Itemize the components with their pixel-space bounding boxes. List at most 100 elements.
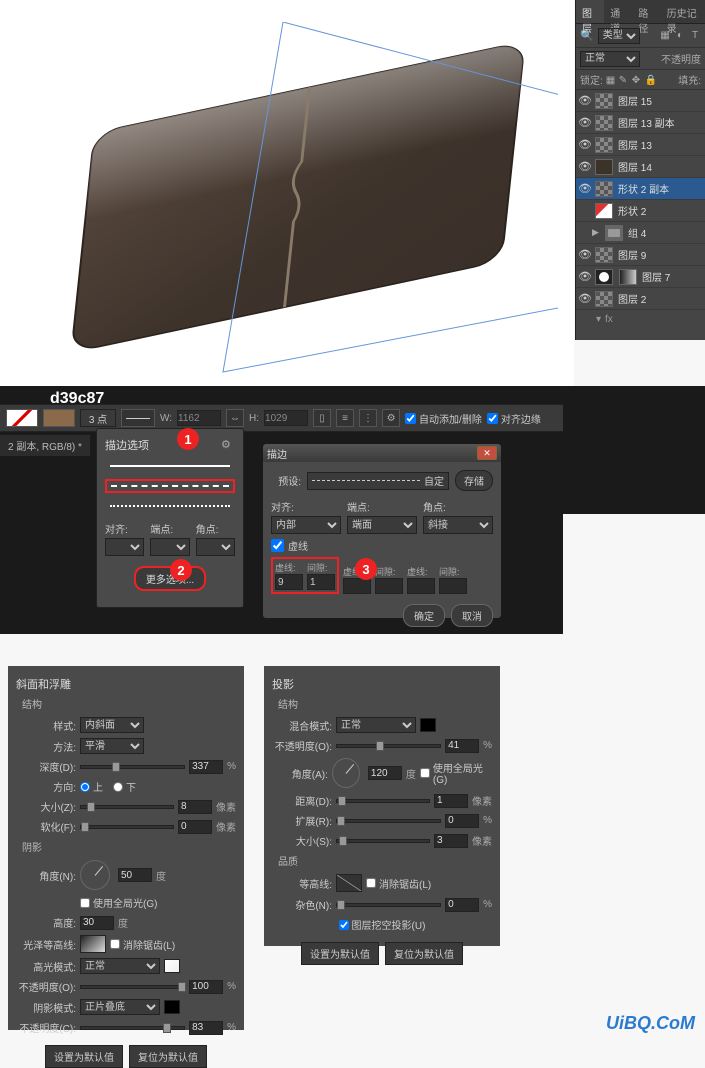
- depth-input[interactable]: [189, 760, 223, 774]
- angle-input[interactable]: [118, 868, 152, 882]
- visibility-toggle-icon[interactable]: 👁: [578, 116, 592, 129]
- reset-default-button[interactable]: 复位为默认值: [129, 1045, 207, 1068]
- chevron-right-icon[interactable]: ▶: [592, 227, 602, 238]
- layer-thumbnail[interactable]: [595, 159, 613, 175]
- opacity-input[interactable]: [445, 739, 479, 753]
- layer-kind-select[interactable]: 类型: [598, 28, 640, 44]
- visibility-toggle-icon[interactable]: 👁: [578, 226, 592, 239]
- use-global-light-check[interactable]: 使用全局光(G): [80, 895, 157, 910]
- layer-item[interactable]: 👁▶组 4: [576, 222, 705, 244]
- lock-position-icon[interactable]: ✥: [632, 75, 642, 85]
- stroke-corners-select[interactable]: 斜接: [423, 516, 493, 534]
- size-input[interactable]: [178, 800, 212, 814]
- highlight-color-swatch[interactable]: [164, 959, 180, 973]
- distance-input[interactable]: [434, 794, 468, 808]
- layer-item[interactable]: 👁图层 13: [576, 134, 705, 156]
- layer-item[interactable]: 👁图层 14: [576, 156, 705, 178]
- noise-input[interactable]: [445, 898, 479, 912]
- shadow-color-swatch[interactable]: [420, 718, 436, 732]
- layer-thumbnail[interactable]: [595, 137, 613, 153]
- distance-slider[interactable]: [336, 799, 430, 803]
- path-arrange-icon[interactable]: ≡: [336, 409, 354, 427]
- layer-name[interactable]: 图层 2: [618, 291, 646, 306]
- stroke-preset-dotted[interactable]: [105, 499, 235, 513]
- layer-name[interactable]: 形状 2: [618, 203, 646, 218]
- shadow-blend-select[interactable]: 正常: [336, 717, 416, 733]
- visibility-toggle-icon[interactable]: 👁: [578, 94, 592, 107]
- filter-adjust-icon[interactable]: ◐: [674, 30, 686, 42]
- angle-dial[interactable]: [80, 860, 110, 890]
- set-default-button[interactable]: 设置为默认值: [45, 1045, 123, 1068]
- size-slider[interactable]: [80, 805, 174, 809]
- dialog-titlebar[interactable]: 描边 ✕: [263, 444, 501, 462]
- visibility-toggle-icon[interactable]: 👁: [578, 270, 592, 283]
- shadow-opacity-input[interactable]: [189, 1021, 223, 1035]
- depth-slider[interactable]: [80, 765, 185, 769]
- dash2-input[interactable]: [343, 578, 371, 594]
- layer-item[interactable]: 👁图层 2: [576, 288, 705, 310]
- layer-item[interactable]: 👁图层 9: [576, 244, 705, 266]
- bevel-technique-select[interactable]: 平滑: [80, 738, 144, 754]
- stroke-align-select[interactable]: 内部: [271, 516, 341, 534]
- stroke-align-select[interactable]: [105, 538, 144, 556]
- noise-slider[interactable]: [336, 903, 441, 907]
- gear-icon[interactable]: ⚙: [382, 409, 400, 427]
- layer-thumbnail[interactable]: [595, 269, 613, 285]
- gap2-input[interactable]: [375, 578, 403, 594]
- bevel-style-select[interactable]: 内斜面: [80, 717, 144, 733]
- path-align-icon[interactable]: ▯: [313, 409, 331, 427]
- fill-swatch[interactable]: [6, 409, 38, 427]
- angle-input[interactable]: [368, 766, 402, 780]
- highlight-opacity-slider[interactable]: [80, 985, 185, 989]
- layer-item[interactable]: 👁图层 7: [576, 266, 705, 288]
- stroke-width-input[interactable]: [80, 409, 116, 427]
- antialias-check[interactable]: 消除锯齿(L): [110, 937, 175, 952]
- layer-name[interactable]: 图层 9: [618, 247, 646, 262]
- lock-pixels-icon[interactable]: ✎: [619, 75, 629, 85]
- blend-mode-select[interactable]: 正常: [580, 51, 640, 67]
- visibility-toggle-icon[interactable]: 👁: [578, 182, 592, 195]
- shadow-color-swatch[interactable]: [164, 1000, 180, 1014]
- size-slider[interactable]: [336, 839, 430, 843]
- lock-all-icon[interactable]: 🔒: [645, 75, 655, 85]
- preset-select[interactable]: 自定: [307, 472, 449, 490]
- close-icon[interactable]: ✕: [477, 446, 497, 460]
- layer-thumbnail[interactable]: [595, 203, 613, 219]
- soften-input[interactable]: [178, 820, 212, 834]
- gap3-input[interactable]: [439, 578, 467, 594]
- layer-item[interactable]: 👁图层 13 副本: [576, 112, 705, 134]
- ok-button[interactable]: 确定: [403, 604, 445, 627]
- shadow-opacity-slider[interactable]: [80, 1026, 185, 1030]
- knockout-check[interactable]: 图层挖空投影(U): [339, 917, 426, 932]
- stroke-swatch[interactable]: [43, 409, 75, 427]
- layer-item[interactable]: 👁 图层 15: [576, 90, 705, 112]
- document-tab[interactable]: 2 副本, RGB/8) *: [0, 434, 90, 456]
- antialias-check[interactable]: 消除锯齿(L): [366, 876, 431, 891]
- visibility-toggle-icon[interactable]: 👁: [578, 160, 592, 173]
- dir-down-radio[interactable]: 下: [113, 779, 136, 794]
- layer-name[interactable]: 形状 2 副本: [618, 181, 669, 196]
- layer-item[interactable]: 👁 形状 2 副本: [576, 178, 705, 200]
- highlight-opacity-input[interactable]: [189, 980, 223, 994]
- set-default-button[interactable]: 设置为默认值: [301, 942, 379, 965]
- layer-name[interactable]: 图层 13: [618, 137, 652, 152]
- layer-thumbnail[interactable]: [605, 225, 623, 241]
- opacity-slider[interactable]: [336, 744, 441, 748]
- filter-image-icon[interactable]: ▦: [659, 30, 671, 42]
- dir-up-radio[interactable]: 上: [80, 779, 103, 794]
- align-edges-check[interactable]: 对齐边缘: [487, 411, 541, 426]
- layer-thumbnail[interactable]: [595, 93, 613, 109]
- visibility-toggle-icon[interactable]: 👁: [578, 204, 592, 217]
- filter-type-icon[interactable]: T: [689, 30, 701, 42]
- stroke-preset-solid[interactable]: [105, 459, 235, 473]
- lock-transparency-icon[interactable]: ▦: [606, 75, 616, 85]
- auto-add-check[interactable]: 自动添加/删除: [405, 411, 482, 426]
- layer-mask-thumbnail[interactable]: [619, 269, 637, 285]
- stroke-preset-dashed[interactable]: [105, 479, 235, 493]
- angle-dial[interactable]: [332, 758, 360, 788]
- tab-paths[interactable]: 路径: [632, 0, 660, 23]
- shadow-mode-select[interactable]: 正片叠底: [80, 999, 160, 1015]
- gap1-input[interactable]: [307, 574, 335, 590]
- highlight-mode-select[interactable]: 正常: [80, 958, 160, 974]
- layer-name[interactable]: 图层 15: [618, 93, 652, 108]
